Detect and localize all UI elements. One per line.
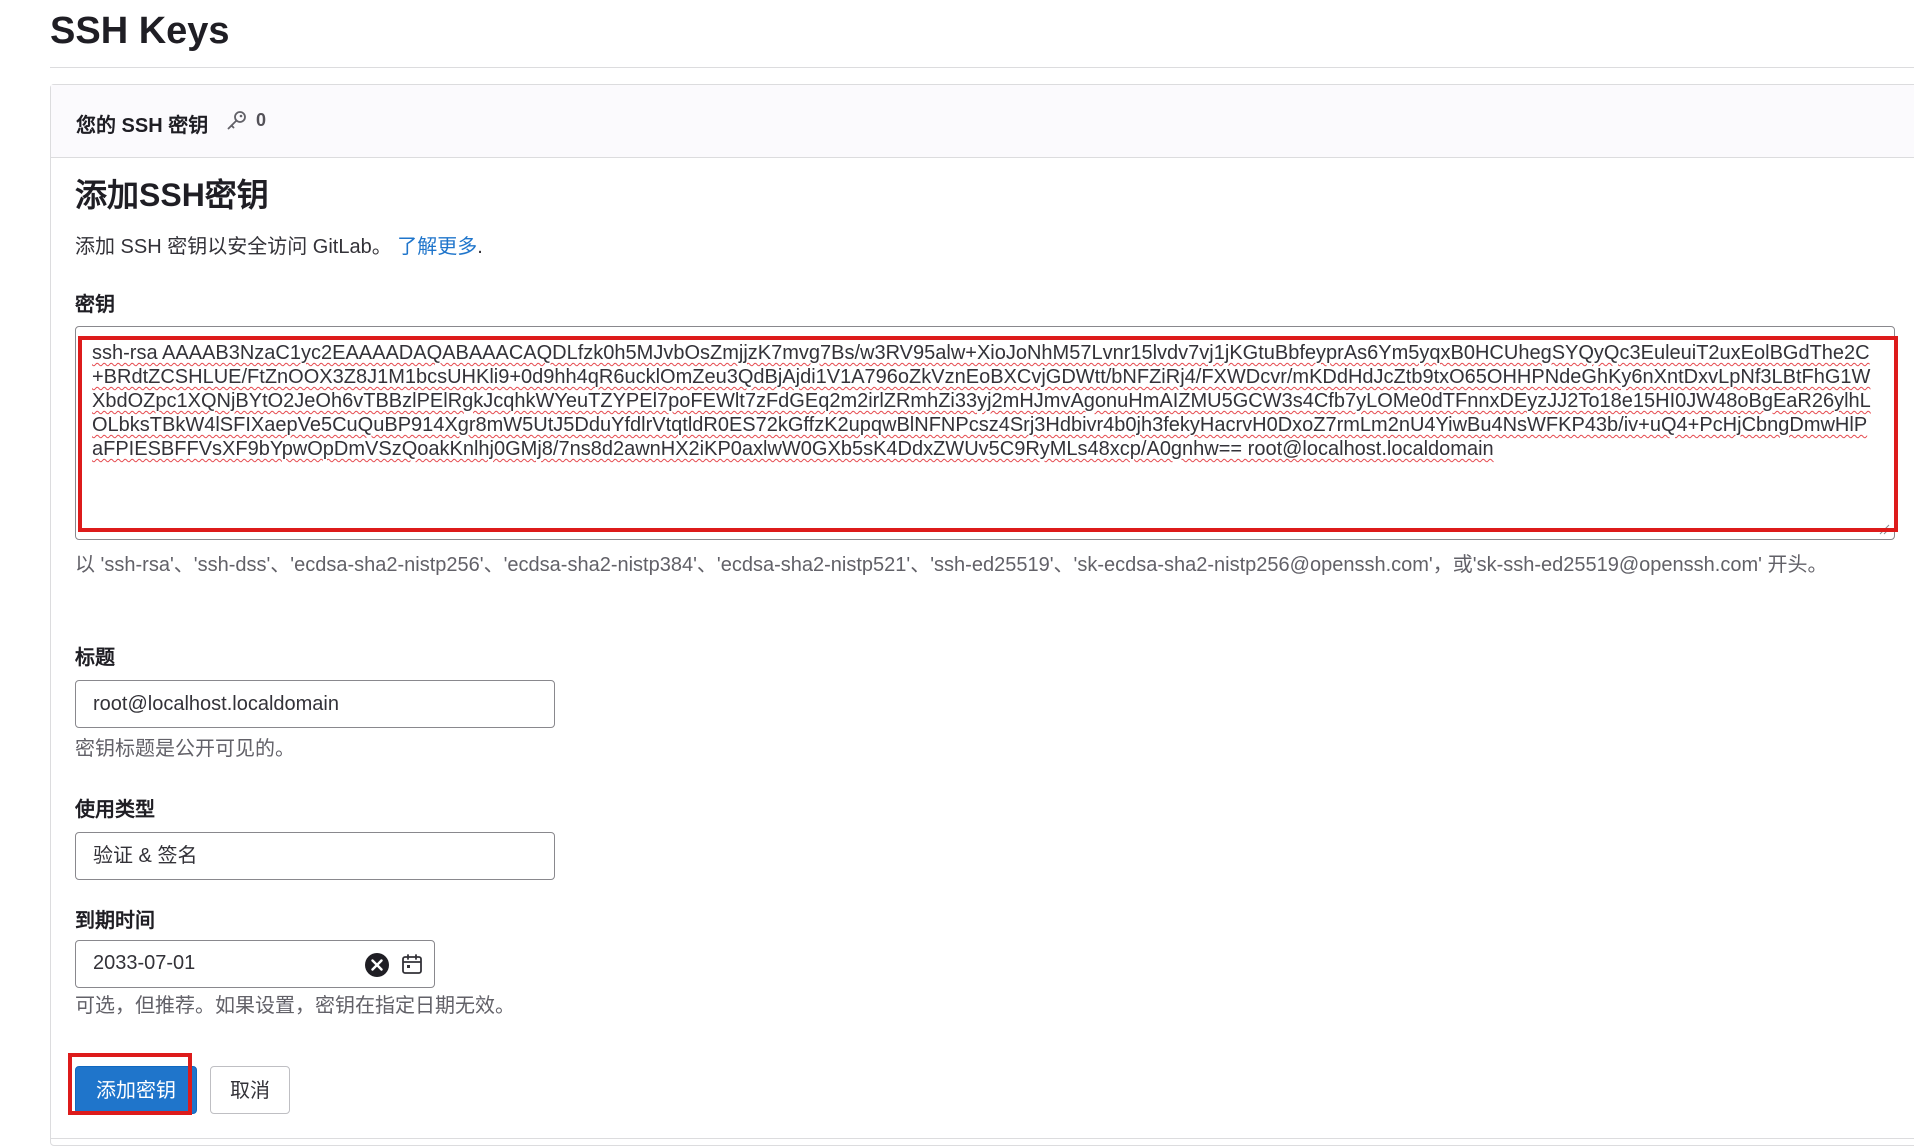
calendar-icon[interactable] [400,952,424,976]
usage-type-label: 使用类型 [75,799,155,821]
key-textarea[interactable]: ssh-rsa AAAAB3NzaC1yc2EAAAADAQABAAACAQDL… [75,326,1895,540]
cancel-button[interactable]: 取消 [210,1066,290,1114]
usage-type-select[interactable]: 验证 & 签名 [75,832,555,880]
key-help-text: 以 'ssh-rsa'、'ssh-dss'、'ecdsa-sha2-nistp2… [75,554,1828,576]
intro-text: 添加 SSH 密钥以安全访问 GitLab。 了解更多. [75,230,483,259]
key-count: 0 [256,110,267,130]
bottom-divider [50,1138,1914,1139]
expiration-date-input[interactable]: 2033-07-01 [75,940,435,988]
title-divider [50,67,1914,68]
page-title: SSH Keys [50,10,230,52]
learn-more-link[interactable]: 了解更多 [397,236,477,258]
card-header: 您的 SSH 密钥 0 [51,85,1914,158]
title-help-text: 密钥标题是公开可见的。 [75,738,295,760]
title-label: 标题 [75,647,115,669]
add-key-button[interactable]: 添加密钥 [75,1066,197,1114]
key-textarea-value: ssh-rsa AAAAB3NzaC1yc2EAAAADAQABAAACAQDL… [92,342,1871,460]
intro-suffix: . [477,236,483,258]
card-header-title: 您的 SSH 密钥 [76,115,209,137]
resize-grip-icon[interactable] [1878,523,1890,535]
expiration-label: 到期时间 [75,910,155,932]
title-input[interactable]: root@localhost.localdomain [75,680,555,728]
key-icon [227,111,246,130]
form-heading: 添加SSH密钥 [75,177,269,213]
clear-icon[interactable] [364,952,390,978]
intro-description: 添加 SSH 密钥以安全访问 GitLab。 [75,236,392,258]
expiration-help-text: 可选，但推荐。如果设置，密钥在指定日期无效。 [75,995,515,1017]
expiration-date-value: 2033-07-01 [93,952,196,974]
key-label: 密钥 [75,294,115,316]
